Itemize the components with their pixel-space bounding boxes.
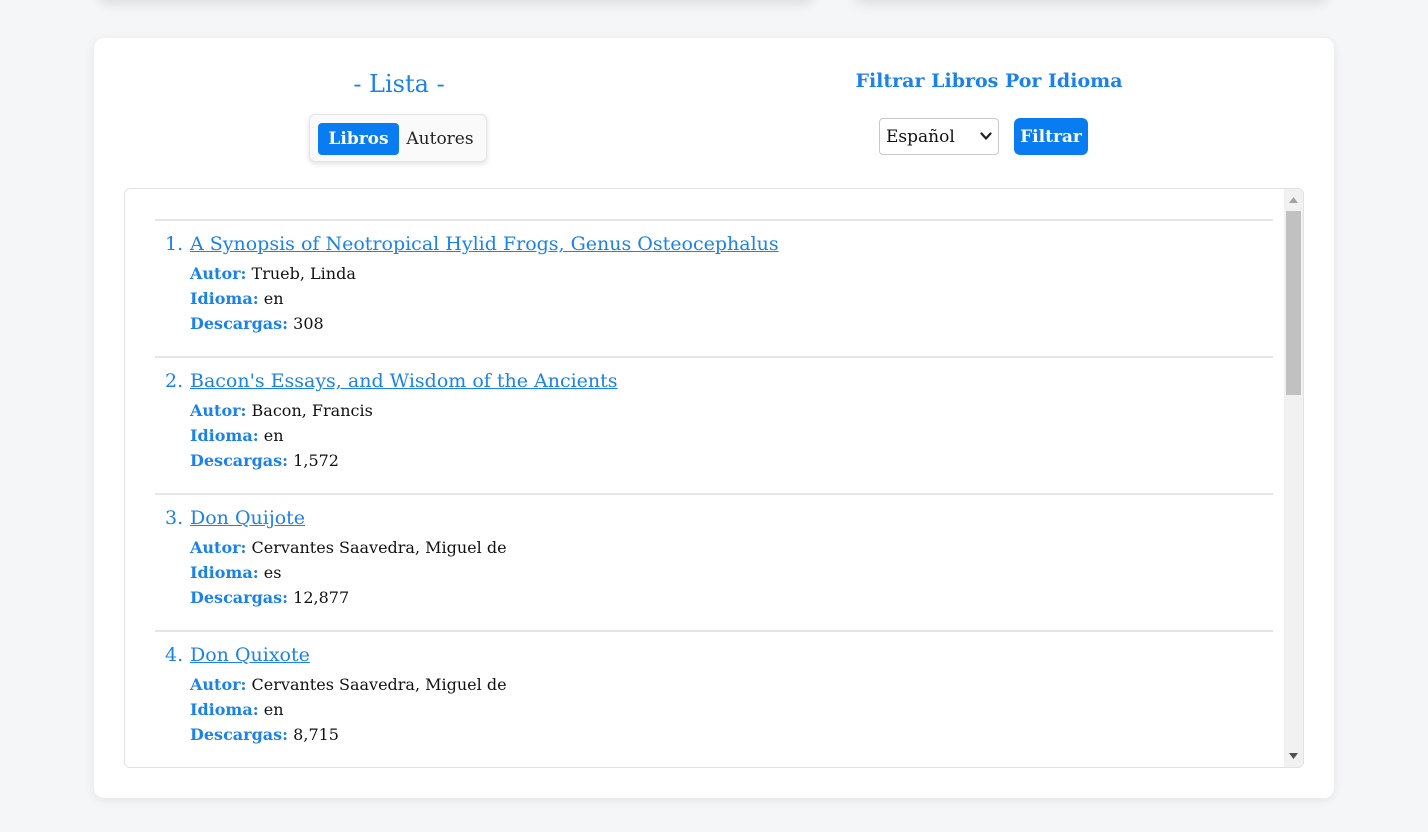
language-label: Idioma:: [190, 426, 259, 445]
author-row: Autor: Bacon, Francis: [190, 401, 373, 420]
scroll-down-arrow-icon[interactable]: [1284, 747, 1303, 765]
book-list[interactable]: 1. A Synopsis of Neotropical Hylid Frogs…: [124, 188, 1304, 768]
author-value: Cervantes Saavedra, Miguel de: [251, 675, 507, 694]
author-label: Autor:: [190, 675, 247, 694]
author-value: Trueb, Linda: [251, 264, 356, 283]
item-number: 1.: [165, 233, 184, 255]
list-item: 1. A Synopsis of Neotropical Hylid Frogs…: [155, 219, 1273, 356]
language-row: Idioma: en: [190, 426, 284, 445]
list-title: - Lista -: [353, 70, 445, 98]
author-row: Autor: Trueb, Linda: [190, 264, 356, 283]
downloads-value: 308: [293, 314, 324, 333]
tab-autores[interactable]: Autores: [405, 123, 475, 155]
item-number: 4.: [165, 644, 184, 666]
list-item: 3. Don Quijote Autor: Cervantes Saavedra…: [155, 493, 1273, 630]
downloads-row: Descargas: 1,572: [190, 451, 339, 470]
item-number: 2.: [165, 370, 184, 392]
language-label: Idioma:: [190, 289, 259, 308]
filter-button[interactable]: Filtrar: [1014, 118, 1088, 155]
author-label: Autor:: [190, 401, 247, 420]
book-list-content: 1. A Synopsis of Neotropical Hylid Frogs…: [155, 219, 1273, 767]
language-select[interactable]: Español: [879, 118, 999, 155]
downloads-row: Descargas: 12,877: [190, 588, 349, 607]
author-value: Bacon, Francis: [251, 401, 373, 420]
book-title-link[interactable]: Bacon's Essays, and Wisdom of the Ancien…: [190, 370, 618, 392]
downloads-row: Descargas: 308: [190, 314, 324, 333]
book-title-link[interactable]: Don Quijote: [190, 507, 305, 529]
downloads-row: Descargas: 8,715: [190, 725, 339, 744]
author-value: Cervantes Saavedra, Miguel de: [251, 538, 507, 557]
chevron-down-icon: [980, 132, 992, 140]
list-item: 2. Bacon's Essays, and Wisdom of the Anc…: [155, 356, 1273, 493]
books-panel: - Lista - Libros Autores Filtrar Libros …: [94, 38, 1334, 798]
language-row: Idioma: en: [190, 700, 284, 719]
author-row: Autor: Cervantes Saavedra, Miguel de: [190, 538, 507, 557]
downloads-label: Descargas:: [190, 588, 289, 607]
downloads-label: Descargas:: [190, 314, 289, 333]
language-label: Idioma:: [190, 700, 259, 719]
downloads-label: Descargas:: [190, 725, 289, 744]
list-toggle: Libros Autores: [309, 114, 487, 162]
language-value: es: [263, 563, 282, 582]
language-select-value: Español: [886, 127, 955, 147]
scroll-up-arrow-icon[interactable]: [1284, 191, 1303, 209]
book-title-link[interactable]: A Synopsis of Neotropical Hylid Frogs, G…: [190, 233, 779, 255]
list-item: 4. Don Quixote Autor: Cervantes Saavedra…: [155, 630, 1273, 767]
item-number: 3.: [165, 507, 184, 529]
scrollbar-thumb[interactable]: [1286, 211, 1301, 395]
language-row: Idioma: es: [190, 563, 281, 582]
downloads-value: 12,877: [293, 588, 350, 607]
language-value: en: [263, 289, 284, 308]
downloads-value: 1,572: [293, 451, 339, 470]
downloads-value: 8,715: [293, 725, 339, 744]
language-value: en: [263, 426, 284, 445]
author-label: Autor:: [190, 538, 247, 557]
language-row: Idioma: en: [190, 289, 284, 308]
author-label: Autor:: [190, 264, 247, 283]
tab-libros[interactable]: Libros: [318, 123, 399, 155]
book-title-link[interactable]: Don Quixote: [190, 644, 310, 666]
author-row: Autor: Cervantes Saavedra, Miguel de: [190, 675, 507, 694]
language-label: Idioma:: [190, 563, 259, 582]
scrollbar[interactable]: [1284, 189, 1303, 767]
language-value: en: [263, 700, 284, 719]
downloads-label: Descargas:: [190, 451, 289, 470]
filter-title: Filtrar Libros Por Idioma: [855, 70, 1123, 92]
